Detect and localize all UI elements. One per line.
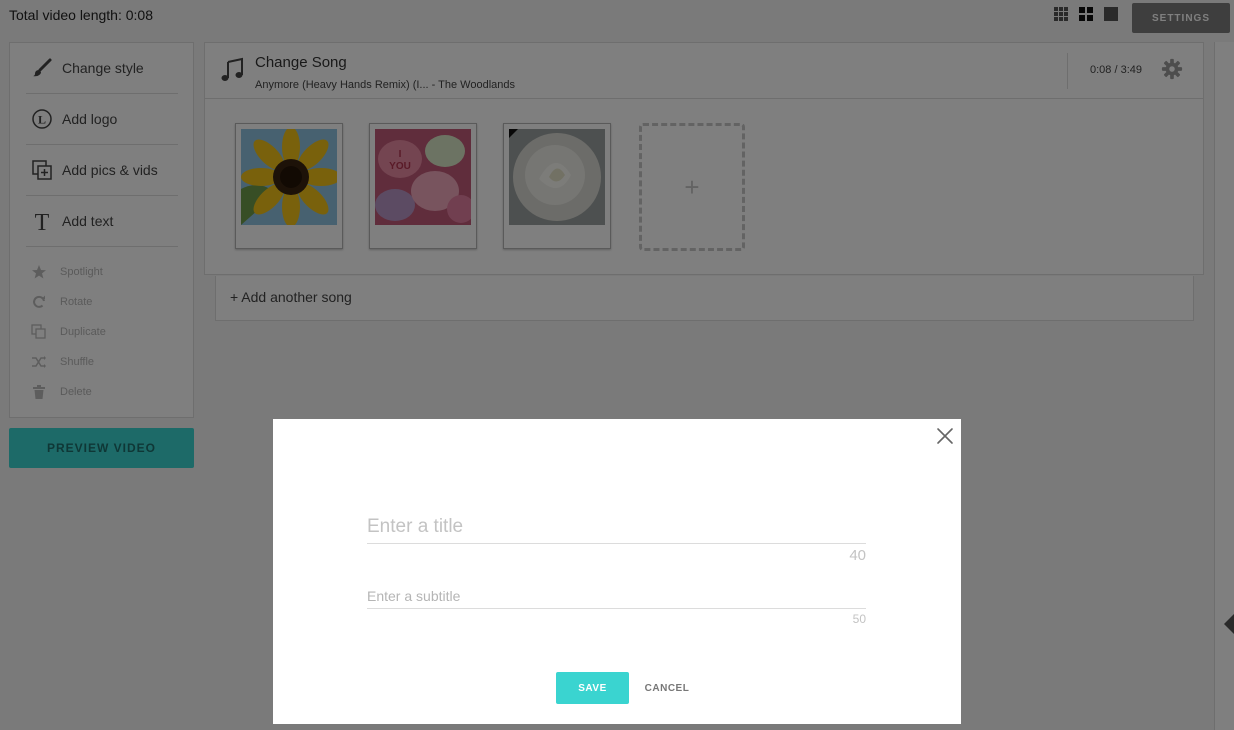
title-dialog: 40 50 SAVE CANCEL [273,419,961,724]
close-icon[interactable] [934,425,956,447]
title-input[interactable] [367,511,866,544]
subtitle-char-counter: 50 [852,612,866,626]
save-button[interactable]: SAVE [556,672,629,704]
title-char-counter: 40 [849,547,866,564]
subtitle-input[interactable] [367,583,866,609]
cancel-button[interactable]: CANCEL [639,672,695,704]
